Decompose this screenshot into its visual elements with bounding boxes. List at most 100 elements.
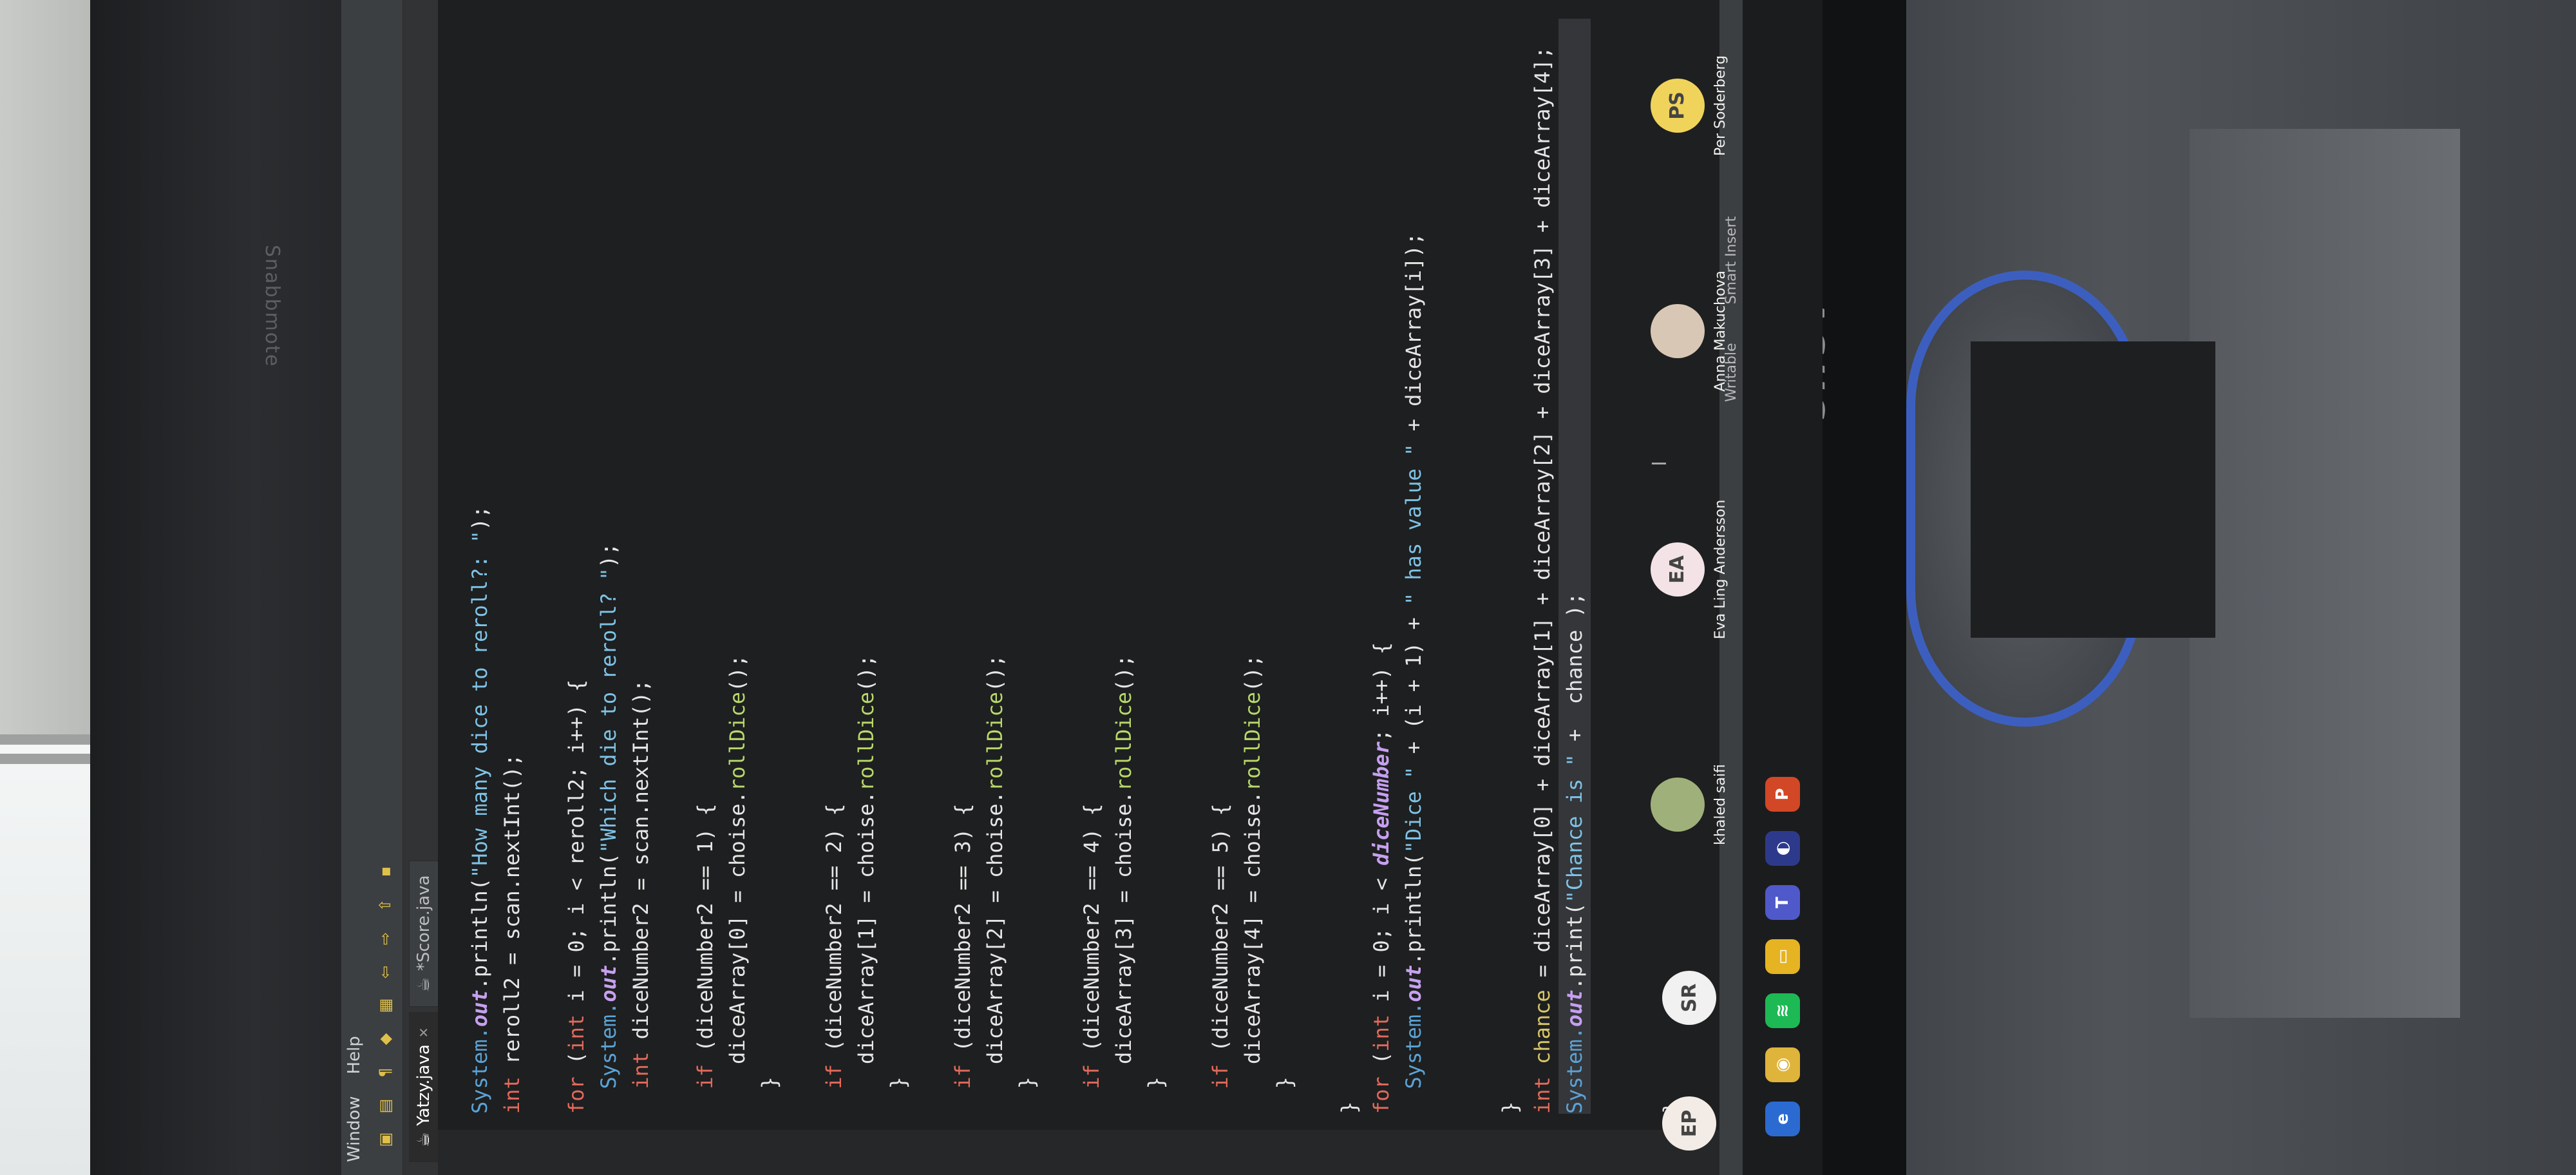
code-token: out (1562, 989, 1587, 1027)
code-token: } (1015, 1076, 1039, 1114)
code-token: int (629, 1039, 653, 1114)
code-token: "Dice " (1401, 766, 1426, 854)
tab-score[interactable]: ☕ *Score.java (409, 860, 438, 1008)
code-token: reroll2 = scan.nextInt(); (500, 754, 524, 1064)
new-file-icon[interactable]: ▤ (375, 1096, 395, 1116)
powerpoint-icon[interactable]: P (1765, 777, 1800, 812)
avatar: PS (1650, 79, 1705, 133)
teams-icon[interactable]: T (1765, 885, 1800, 920)
code-line: if (diceNumber2 == 3) { (947, 19, 979, 1114)
code-token: .print( (1562, 903, 1587, 990)
code-token: "How many dice to reroll?: " (468, 530, 492, 878)
code-token: int (564, 1002, 589, 1052)
code-line: diceArray[0] = choise.rollDice(); (721, 19, 753, 1114)
avatar (1650, 778, 1705, 832)
code-token: int (1369, 1002, 1394, 1052)
code-token: (diceNumber2 == 2) { (822, 803, 846, 1052)
edge-icon[interactable]: e (1765, 1102, 1800, 1136)
participant-tile[interactable]: SR (1636, 924, 1743, 1072)
participant-tile[interactable]: EP (1636, 1072, 1743, 1175)
participant-tile[interactable]: khaled saifi (1636, 685, 1743, 924)
participant-tile[interactable]: Anna Makuchova (1636, 209, 1743, 454)
code-token: "Chance is " (1562, 754, 1587, 903)
up-arrow-icon[interactable]: ⇧ (375, 895, 395, 915)
code-token: (diceNumber2 == 4) { (1079, 803, 1104, 1052)
code-editor[interactable]: System.out.println("How many dice to rer… (438, 0, 1812, 1175)
code-token: rollDice (983, 691, 1007, 792)
tab-label: *Score.java (414, 875, 433, 971)
code-token: " has value " (1401, 443, 1426, 606)
close-icon[interactable]: ✕ (416, 1027, 431, 1038)
code-line: int reroll2 = scan.nextInt(); (496, 19, 528, 1114)
code-line: if (diceNumber2 == 4) { (1075, 19, 1108, 1114)
participant-name: khaled saifi (1712, 764, 1728, 845)
code-token: } (1498, 1101, 1522, 1114)
avatar: SR (1662, 971, 1716, 1025)
code-token: chance (1530, 989, 1555, 1064)
code-token: diceArray[1] = choise. (854, 791, 878, 1114)
code-line: System.out.println("How many dice to rer… (464, 19, 496, 1114)
code-token: ); (468, 505, 492, 531)
code-token: diceArray[3] = choise. (1112, 791, 1136, 1114)
code-token: System. (1562, 1027, 1587, 1114)
paragraph-icon[interactable]: ¶ (375, 1063, 395, 1082)
pin-icon[interactable]: ▪ (375, 862, 395, 881)
tab-yatzy[interactable]: ☕ Yatzy.java ✕ (409, 1012, 438, 1162)
code-token: = diceArray[0] + diceArray[1] + diceArra… (1530, 46, 1555, 990)
menu-window[interactable]: Window (345, 1096, 364, 1162)
monitor-brand-label: Snabbmote (261, 245, 283, 368)
code-line: if (diceNumber2 == 1) { (689, 19, 721, 1114)
code-token: rollDice (1240, 691, 1265, 792)
participant-tile[interactable]: PS Per Soderberg (1636, 3, 1743, 209)
chrome-icon[interactable]: ◉ (1765, 1047, 1800, 1082)
code-line: if (diceNumber2 == 2) { (818, 19, 850, 1114)
meeting-participants: EP SR khaled saifi EA Eva Ling Andersson Anna… (1636, 0, 1743, 1175)
code-token: .println( (596, 853, 621, 965)
code-token: (); (1240, 654, 1265, 692)
code-line: } (1494, 19, 1526, 1114)
menu-bar: Window Help (341, 0, 367, 1175)
forward-arrow-icon[interactable]: ⇨ (375, 929, 395, 948)
save-icon[interactable]: ▣ (375, 1130, 395, 1149)
code-token: if (1079, 1051, 1104, 1114)
code-token: ( (564, 1051, 589, 1064)
bookmark-icon[interactable]: ◆ (375, 1029, 395, 1049)
code-token: } (1273, 1076, 1297, 1114)
file-explorer-icon[interactable]: ▭ (1765, 939, 1800, 974)
code-token: } (886, 1076, 911, 1114)
ide-toolbar: ▣ ▤ ¶ ◆ ▦ ⇦ ⇨ ⇧ ▪ (367, 0, 403, 1175)
code-token: rollDice (1112, 691, 1136, 792)
participant-tile[interactable]: EA Eva Ling Andersson (1636, 454, 1743, 685)
code-token: (diceNumber2 == 5) { (1208, 803, 1233, 1052)
code-line: int chance = diceArray[0] + diceArray[1]… (1526, 19, 1558, 1114)
code-token: + chance ); (1562, 592, 1587, 754)
code-token: int (1530, 1064, 1555, 1114)
editor-tabs: ☕ Yatzy.java ✕ ☕ *Score.java (403, 0, 438, 1175)
code-token: (diceNumber2 == 3) { (951, 803, 975, 1052)
menu-help[interactable]: Help (345, 1036, 364, 1074)
code-token: ; i++) { (1369, 642, 1394, 742)
code-token: ( (1369, 1051, 1394, 1064)
code-token: i = 0; i < reroll2; i++) { (564, 679, 589, 1002)
code-token: System. (468, 1027, 492, 1114)
code-line: } (882, 19, 914, 1114)
back-arrow-icon[interactable]: ⇦ (375, 962, 395, 982)
monitor-screen: Window Help ▣ ▤ ¶ ◆ ▦ ⇦ ⇨ ⇧ ▪ ☕ Yatzy.ja… (341, 0, 1823, 1175)
code-text: System.out.println("How many dice to rer… (464, 19, 1816, 1114)
code-token: (diceNumber2 == 1) { (693, 803, 717, 1052)
code-token: ); (596, 542, 621, 568)
spotify-icon[interactable]: ≋ (1765, 993, 1800, 1028)
comment-icon[interactable]: ▦ (375, 996, 395, 1015)
eclipse-icon[interactable]: ◐ (1765, 831, 1800, 866)
monitor-stand-plate (2190, 129, 2460, 1018)
code-token: diceArray[4] = choise. (1240, 791, 1265, 1114)
code-line: } (1011, 19, 1043, 1114)
code-token: for (564, 1064, 589, 1114)
code-token: rollDice (854, 691, 878, 792)
code-line: System.out.print("Chance is " + chance )… (1558, 19, 1591, 1114)
code-line: diceArray[1] = choise.rollDice(); (850, 19, 882, 1114)
